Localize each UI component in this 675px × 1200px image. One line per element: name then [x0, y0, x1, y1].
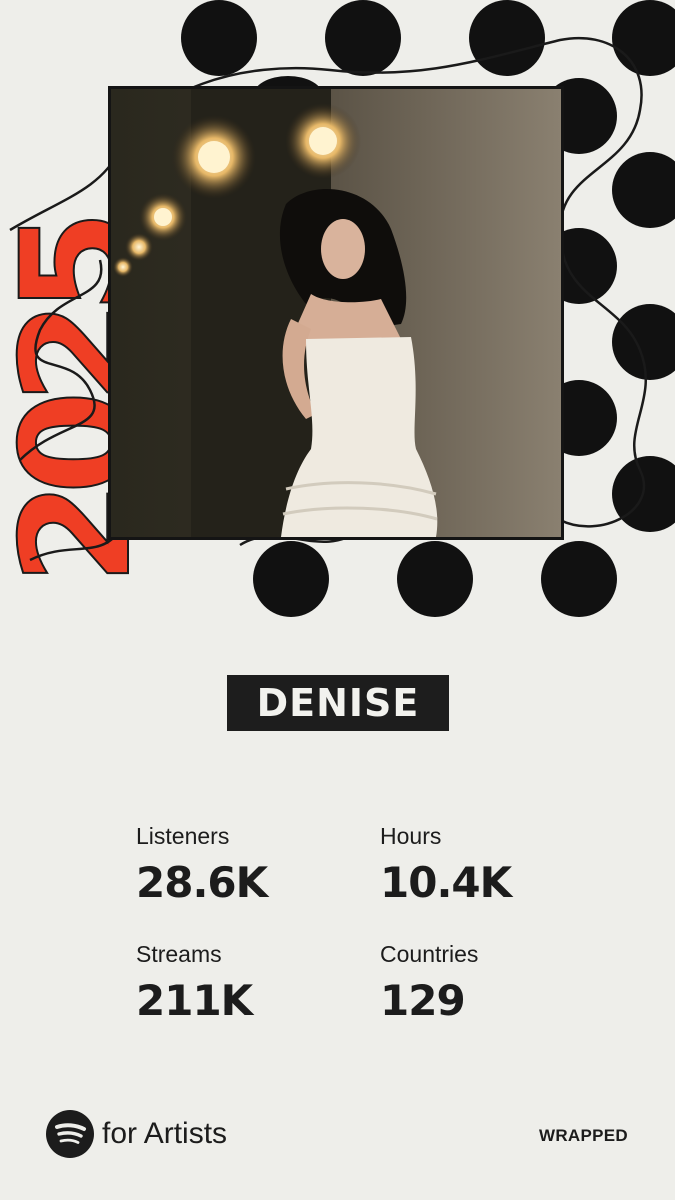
polka-dot — [181, 0, 257, 76]
polka-dot — [612, 152, 675, 228]
wrapped-tag: WRAPPED — [539, 1126, 628, 1145]
spotify-for-artists-logo: for Artists — [46, 1110, 227, 1158]
stat-label: Streams — [136, 941, 222, 967]
stat-label: Listeners — [136, 823, 230, 849]
polka-dot — [325, 0, 401, 76]
stat-value: 129 — [380, 976, 466, 1025]
stat-label: Hours — [380, 823, 442, 849]
stat-value: 211K — [136, 976, 253, 1025]
stat-value: 28.6K — [136, 858, 268, 907]
stat-listeners: Listeners 28.6K — [136, 823, 268, 907]
stat-streams: Streams 211K — [136, 941, 253, 1025]
polka-dot — [397, 541, 473, 617]
stat-countries: Countries 129 — [380, 943, 478, 1022]
polka-dot — [612, 0, 675, 76]
polka-dot — [541, 541, 617, 617]
polka-dot — [469, 0, 545, 76]
spotify-icon — [46, 1110, 94, 1158]
stat-label: Countries — [380, 941, 479, 967]
stat-value: 10.4K — [380, 858, 512, 907]
artist-name: DENISE — [227, 675, 449, 731]
brand-text: for Artists — [102, 1117, 228, 1150]
artist-photo — [108, 86, 564, 540]
polka-dot — [612, 456, 675, 532]
stat-hours: Hours 10.4K — [380, 823, 512, 907]
polka-dot — [253, 541, 329, 617]
wrapped-card: 2025 DENISE Listeners 28.6K Hours 10.4K … — [0, 0, 675, 1200]
polka-dot — [612, 304, 675, 380]
